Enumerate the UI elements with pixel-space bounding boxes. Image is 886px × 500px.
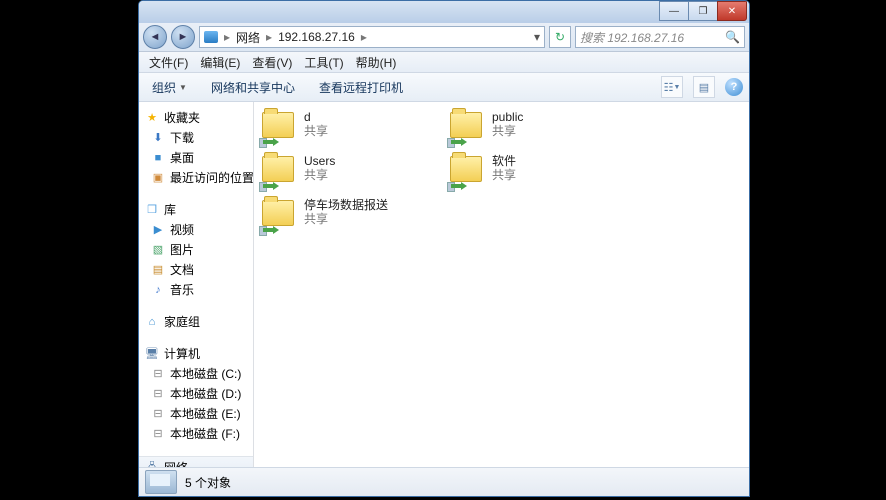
explorer-window: — ❐ ✕ ◄ ► ▸ 网络 ▸ 192.168.27.16 ▸ ▾ ↻ 搜索 … (138, 0, 750, 497)
maximize-button[interactable]: ❐ (688, 1, 718, 21)
help-button[interactable]: ? (725, 78, 743, 96)
shared-folder-icon (260, 198, 298, 232)
back-button[interactable]: ◄ (143, 25, 167, 49)
shared-folder-item[interactable]: Users共享 (258, 152, 442, 196)
recent-icon: ▣ (151, 171, 165, 185)
item-count-label: 5 个对象 (185, 474, 231, 491)
organize-button[interactable]: 组织▼ (145, 76, 194, 99)
shared-folder-item[interactable]: public共享 (446, 108, 630, 152)
network-icon (204, 31, 218, 43)
shared-folder-icon (448, 110, 486, 144)
item-name: 软件 (492, 154, 516, 168)
item-type: 共享 (304, 124, 328, 138)
navigation-pane: ★收藏夹 ⬇下载 ■桌面 ▣最近访问的位置 ❒库 ▶视频 ▧图片 ▤文档 ♪音乐… (139, 102, 254, 472)
document-icon: ▤ (151, 263, 165, 277)
nav-favorites[interactable]: ★收藏夹 (139, 108, 253, 128)
preview-pane-button[interactable]: ▤ (693, 76, 715, 98)
nav-videos[interactable]: ▶视频 (139, 220, 253, 240)
view-remote-printers-button[interactable]: 查看远程打印机 (312, 76, 410, 99)
view-options-button[interactable]: ☷ ▼ (661, 76, 683, 98)
desktop-icon: ■ (151, 151, 165, 165)
nav-documents[interactable]: ▤文档 (139, 260, 253, 280)
picture-icon: ▧ (151, 243, 165, 257)
breadcrumb-item[interactable]: 192.168.27.16 (278, 30, 355, 44)
chevron-right-icon[interactable]: ▸ (361, 30, 367, 44)
shared-folder-item[interactable]: d共享 (258, 108, 442, 152)
chevron-right-icon[interactable]: ▸ (266, 30, 272, 44)
disk-icon: ⊟ (151, 387, 165, 401)
shared-folder-icon (448, 154, 486, 188)
close-button[interactable]: ✕ (717, 1, 747, 21)
item-type: 共享 (492, 124, 523, 138)
item-name: public (492, 110, 523, 124)
minimize-button[interactable]: — (659, 1, 689, 21)
details-pane: 5 个对象 (139, 467, 749, 496)
folder-collection-icon (145, 470, 177, 494)
title-bar[interactable]: — ❐ ✕ (139, 1, 749, 23)
item-type: 共享 (304, 212, 388, 226)
chevron-down-icon: ▼ (179, 83, 187, 92)
menu-file[interactable]: 文件(F) (145, 53, 192, 72)
shared-folder-icon (260, 154, 298, 188)
nav-music[interactable]: ♪音乐 (139, 280, 253, 300)
nav-computer[interactable]: 🖥计算机 (139, 344, 253, 364)
nav-pictures[interactable]: ▧图片 (139, 240, 253, 260)
menu-edit[interactable]: 编辑(E) (196, 53, 244, 72)
nav-desktop[interactable]: ■桌面 (139, 148, 253, 168)
item-type: 共享 (492, 168, 516, 182)
network-sharing-center-button[interactable]: 网络和共享中心 (204, 76, 302, 99)
item-name: d (304, 110, 328, 124)
command-bar: 组织▼ 网络和共享中心 查看远程打印机 ☷ ▼ ▤ ? (139, 73, 749, 102)
nav-drive-f[interactable]: ⊟本地磁盘 (F:) (139, 424, 253, 444)
shared-folder-item[interactable]: 软件共享 (446, 152, 630, 196)
video-icon: ▶ (151, 223, 165, 237)
shared-folder-icon (260, 110, 298, 144)
item-name: 停车场数据报送 (304, 198, 388, 212)
menu-bar: 文件(F) 编辑(E) 查看(V) 工具(T) 帮助(H) (139, 52, 749, 73)
computer-icon: 🖥 (145, 347, 159, 361)
breadcrumb-item[interactable]: 网络 (236, 29, 260, 46)
star-icon: ★ (145, 111, 159, 125)
nav-drive-e[interactable]: ⊟本地磁盘 (E:) (139, 404, 253, 424)
nav-homegroup[interactable]: ⌂家庭组 (139, 312, 253, 332)
item-name: Users (304, 154, 335, 168)
nav-drive-c[interactable]: ⊟本地磁盘 (C:) (139, 364, 253, 384)
disk-icon: ⊟ (151, 367, 165, 381)
refresh-button[interactable]: ↻ (549, 26, 571, 48)
menu-tools[interactable]: 工具(T) (300, 53, 347, 72)
nav-drive-d[interactable]: ⊟本地磁盘 (D:) (139, 384, 253, 404)
disk-icon: ⊟ (151, 427, 165, 441)
items-view[interactable]: d共享 public共享 Users共享 软件共享 停车场数据报送共享 (254, 102, 749, 472)
shared-folder-item[interactable]: 停车场数据报送共享 (258, 196, 442, 240)
search-icon[interactable]: 🔍 (725, 30, 740, 44)
chevron-down-icon[interactable]: ▾ (534, 30, 540, 44)
disk-icon: ⊟ (151, 407, 165, 421)
nav-recent[interactable]: ▣最近访问的位置 (139, 168, 253, 188)
menu-view[interactable]: 查看(V) (248, 53, 296, 72)
libraries-icon: ❒ (145, 203, 159, 217)
item-type: 共享 (304, 168, 335, 182)
homegroup-icon: ⌂ (145, 315, 159, 329)
search-placeholder: 搜索 192.168.27.16 (580, 29, 684, 46)
forward-button[interactable]: ► (171, 25, 195, 49)
menu-help[interactable]: 帮助(H) (352, 53, 401, 72)
nav-downloads[interactable]: ⬇下载 (139, 128, 253, 148)
breadcrumb[interactable]: ▸ 网络 ▸ 192.168.27.16 ▸ ▾ (199, 26, 545, 48)
nav-libraries[interactable]: ❒库 (139, 200, 253, 220)
search-input[interactable]: 搜索 192.168.27.16 🔍 (575, 26, 745, 48)
address-bar: ◄ ► ▸ 网络 ▸ 192.168.27.16 ▸ ▾ ↻ 搜索 192.16… (139, 23, 749, 52)
music-icon: ♪ (151, 283, 165, 297)
download-icon: ⬇ (151, 131, 165, 145)
chevron-right-icon[interactable]: ▸ (224, 30, 230, 44)
